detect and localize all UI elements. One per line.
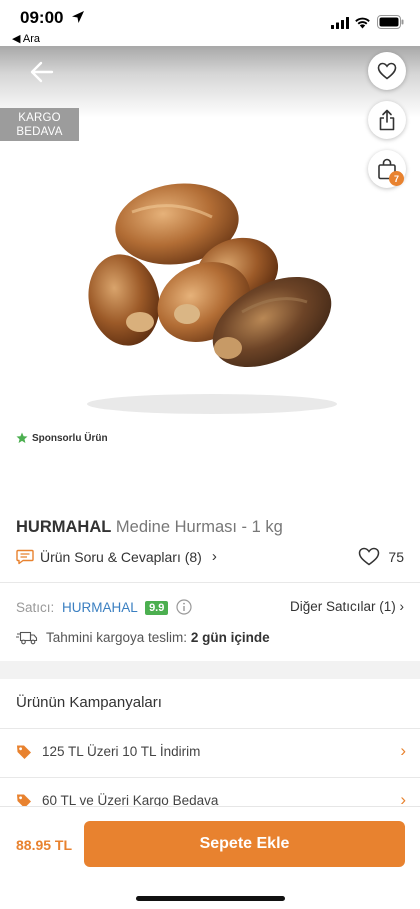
free-shipping-badge-line2: BEDAVA: [16, 126, 63, 138]
signal-icon: [331, 17, 349, 29]
share-icon: [379, 109, 395, 131]
divider: [0, 582, 420, 583]
free-shipping-badge-line1: KARGO: [18, 112, 61, 124]
qa-label: Ürün Soru & Cevapları (8): [40, 548, 202, 565]
heart-icon: [377, 62, 397, 80]
add-to-cart-button[interactable]: Sepete Ekle: [84, 821, 405, 867]
favorite-button[interactable]: [368, 52, 406, 90]
speech-bubble-icon: [16, 549, 34, 564]
info-icon[interactable]: [176, 599, 192, 615]
sponsored-label: Sponsorlu Ürün: [16, 432, 108, 444]
product-title: HURMAHAL Medine Hurması - 1 kg: [16, 518, 283, 537]
chevron-right-icon: ›: [211, 548, 217, 565]
back-to-app-link[interactable]: ◀ Ara: [12, 32, 40, 45]
delivery-value: 2 gün içinde: [190, 630, 270, 645]
product-price: 88.95 TL: [16, 837, 73, 853]
cart-button[interactable]: 7: [368, 150, 406, 188]
home-indicator[interactable]: [136, 896, 285, 901]
campaigns-title: Ürünün Kampanyaları: [16, 694, 162, 711]
product-name: Medine Hurması - 1 kg: [115, 518, 283, 536]
seller-name-link[interactable]: HURMAHAL: [62, 600, 137, 615]
share-button[interactable]: [368, 101, 406, 139]
section-separator: [0, 661, 420, 679]
product-image-gallery[interactable]: KARGO BEDAVA 7 Sponsorlu Ürün: [0, 46, 420, 446]
campaign-item[interactable]: 125 TL Üzeri 10 TL İndirim ›: [0, 729, 420, 777]
cart-count-badge: 7: [389, 171, 404, 186]
seller-row: Satıcı: HURMAHAL 9.9 Diğer Satıcılar (1)…: [16, 599, 404, 619]
like-count[interactable]: 75: [358, 547, 404, 566]
product-brand[interactable]: HURMAHAL: [16, 518, 111, 536]
sponsored-text: Sponsorlu Ürün: [32, 432, 108, 444]
product-photo-dates: [87, 183, 337, 414]
location-arrow-icon: [72, 11, 84, 23]
campaign-label: 125 TL Üzeri 10 TL İndirim: [42, 744, 201, 759]
bottom-action-bar: 88.95 TL Sepete Ekle: [0, 806, 420, 909]
chevron-right-icon: ›: [400, 741, 406, 760]
price-tag-icon: [17, 745, 31, 759]
status-time: 09:00: [20, 8, 64, 27]
delivery-label: Tahmini kargoya teslim:: [46, 630, 188, 645]
seller-label: Satıcı:: [16, 600, 55, 615]
free-shipping-badge: KARGO BEDAVA: [0, 108, 79, 141]
other-sellers-link[interactable]: Diğer Satıcılar (1) ›: [290, 599, 404, 614]
other-sellers-label: Diğer Satıcılar (1): [289, 599, 396, 614]
heart-outline-icon: [359, 547, 380, 566]
battery-icon: [377, 15, 404, 29]
qa-link[interactable]: Ürün Soru & Cevapları (8) ›: [16, 548, 217, 565]
status-bar: 09:00 ◀ Ara: [0, 0, 420, 46]
back-arrow-icon[interactable]: [28, 58, 56, 86]
wifi-icon: [355, 17, 370, 29]
like-count-value: 75: [388, 548, 404, 565]
star-icon: [16, 432, 28, 443]
product-detail-screen: 09:00 ◀ Ara KARGO BEDAVA 7 Sponsorlu Ürü…: [0, 0, 420, 909]
delivery-estimate: Tahmini kargoya teslim: 2 gün içinde: [16, 630, 270, 645]
seller-score-badge: 9.9: [145, 601, 169, 615]
truck-icon: [16, 631, 38, 644]
chevron-right-icon: ›: [399, 599, 405, 614]
